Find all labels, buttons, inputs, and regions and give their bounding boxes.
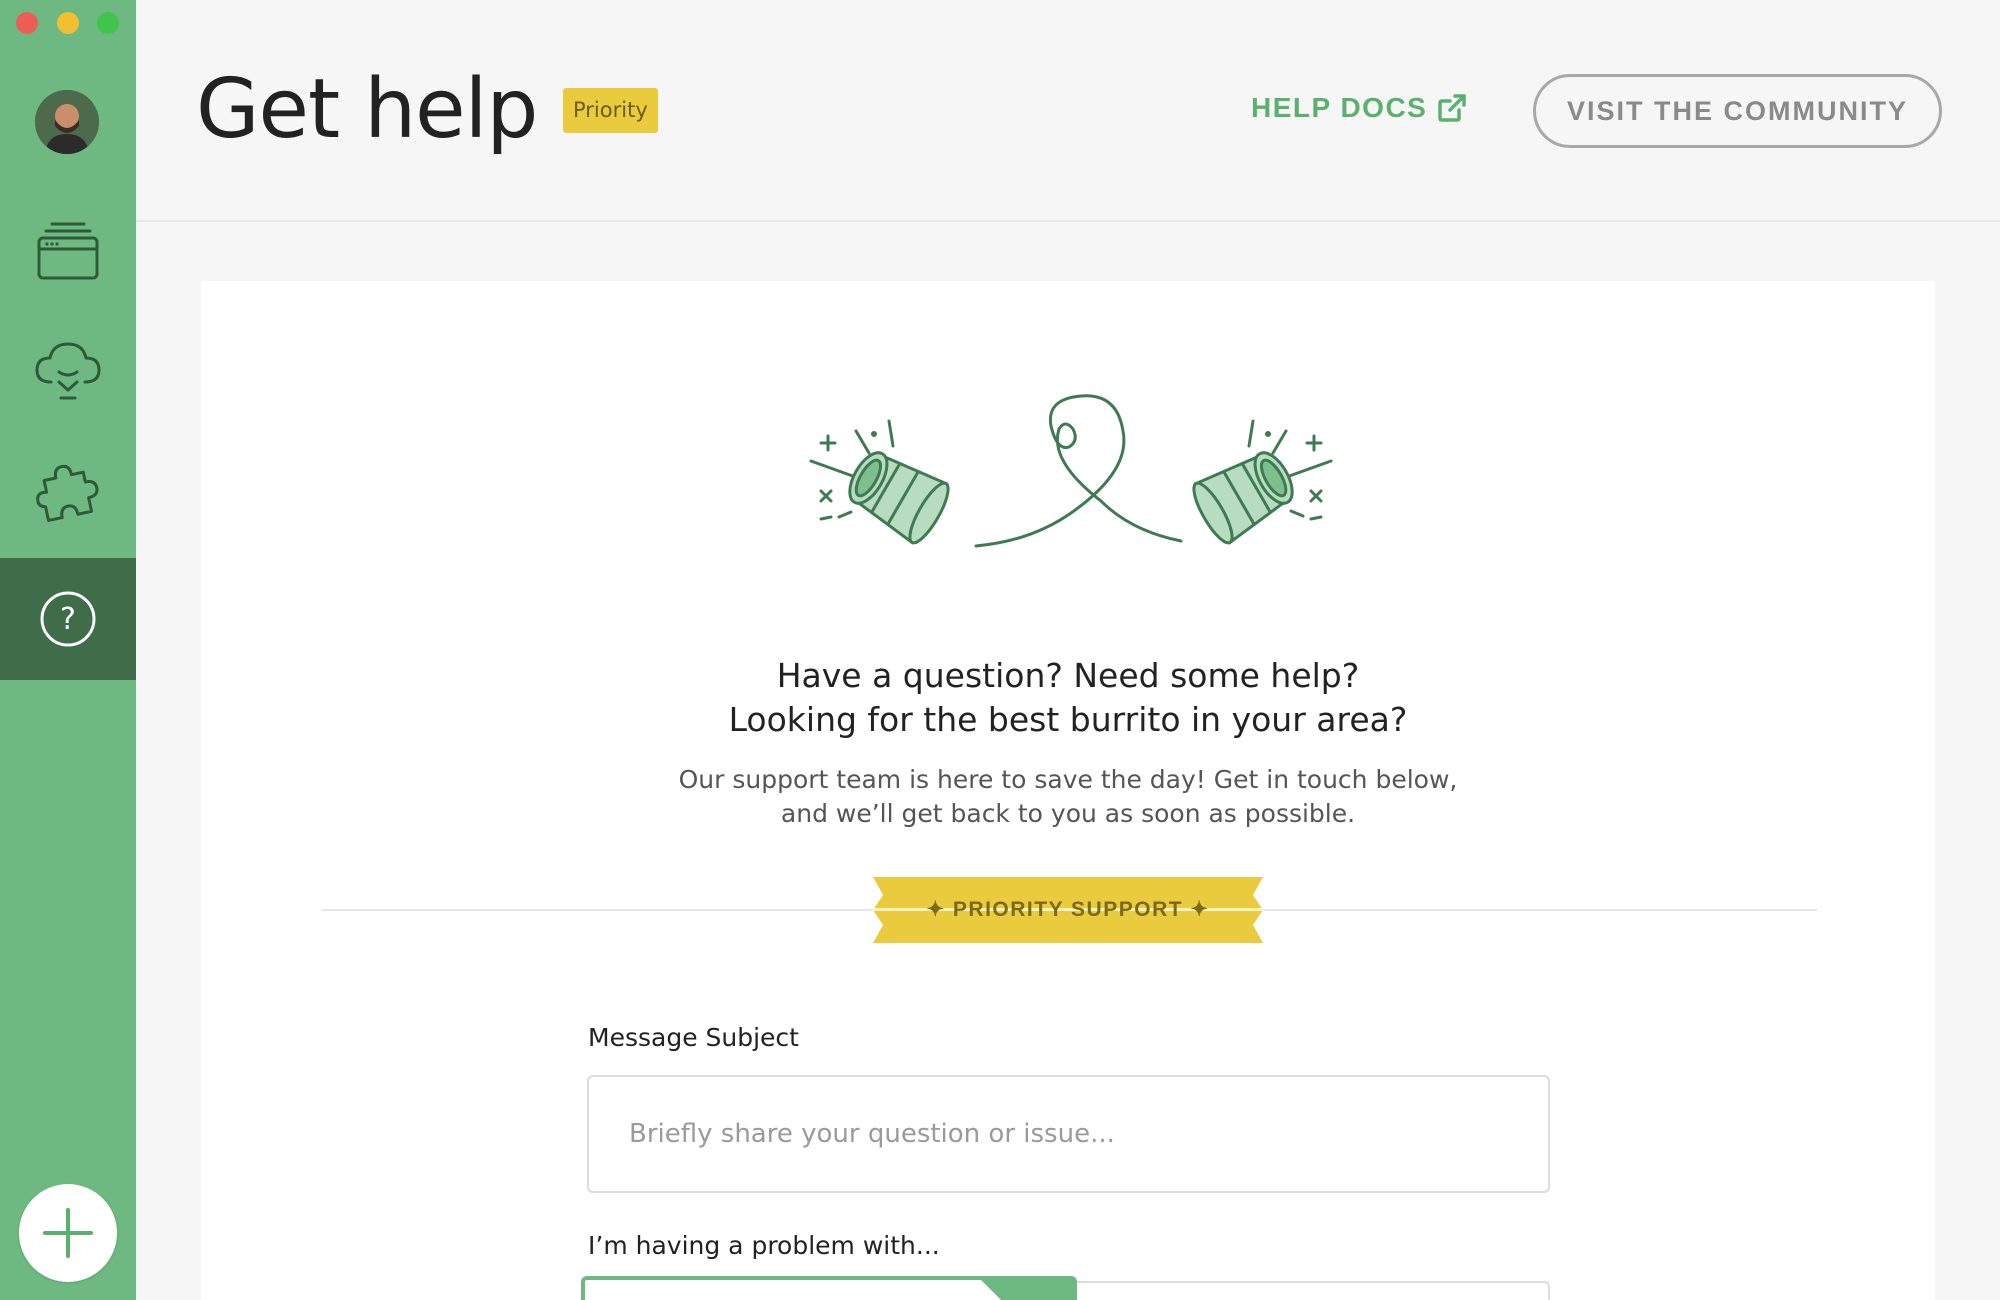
avatar[interactable] (35, 90, 99, 154)
avatar-image (35, 90, 99, 154)
selected-check-tab (977, 1276, 1077, 1300)
cloud-download-icon (35, 342, 101, 400)
sidebar-item-addons[interactable] (0, 432, 136, 554)
add-button[interactable] (19, 1184, 117, 1282)
window-maximize-button[interactable] (97, 12, 119, 34)
puzzle-icon (36, 464, 99, 522)
visit-community-button[interactable]: VISIT THE COMMUNITY (1533, 74, 1942, 148)
help-docs-label: HELP DOCS (1251, 92, 1428, 123)
sidebar-item-help[interactable]: ? (0, 558, 136, 680)
plus-icon (43, 1208, 93, 1258)
window-stack-icon (37, 222, 99, 280)
page-title: Get help (196, 62, 538, 157)
page-header: Get help Priority HELP DOCS VISIT THE CO… (136, 0, 2000, 222)
sidebar-item-apps[interactable] (0, 188, 136, 310)
question-circle-icon: ? (40, 591, 96, 647)
help-docs-link[interactable]: HELP DOCS (1251, 88, 1467, 128)
right-can (1192, 451, 1294, 545)
sidebar: ? (0, 0, 136, 1300)
priority-badge: Priority (563, 88, 658, 133)
window-minimize-button[interactable] (57, 12, 79, 34)
headline-line-2: Looking for the best burrito in your are… (728, 700, 1408, 739)
subject-label: Message Subject (588, 1023, 799, 1052)
tin-can-phone-illustration (809, 394, 1333, 548)
subtext-line-1: Our support team is here to save the day… (678, 765, 1458, 794)
svg-text:?: ? (60, 602, 76, 637)
window-close-button[interactable] (16, 12, 38, 34)
app-window: ? Get help Priority HELP DOCS VISIT THE … (0, 0, 2000, 1300)
support-card: Have a question? Need some help? Looking… (201, 281, 1935, 1300)
subtext-line-2: and we’ll get back to you as soon as pos… (780, 799, 1356, 828)
priority-support-label: ✦ PRIORITY SUPPORT ✦ (926, 898, 1210, 921)
problem-option-selected[interactable] (581, 1276, 1077, 1300)
problem-label: I’m having a problem with... (588, 1231, 940, 1260)
left-can (848, 451, 950, 545)
sidebar-item-cloud[interactable] (0, 310, 136, 432)
problem-option[interactable] (1077, 1281, 1550, 1300)
headline-line-1: Have a question? Need some help? (776, 656, 1360, 695)
subject-input[interactable] (587, 1075, 1550, 1193)
external-link-icon (1438, 94, 1467, 122)
